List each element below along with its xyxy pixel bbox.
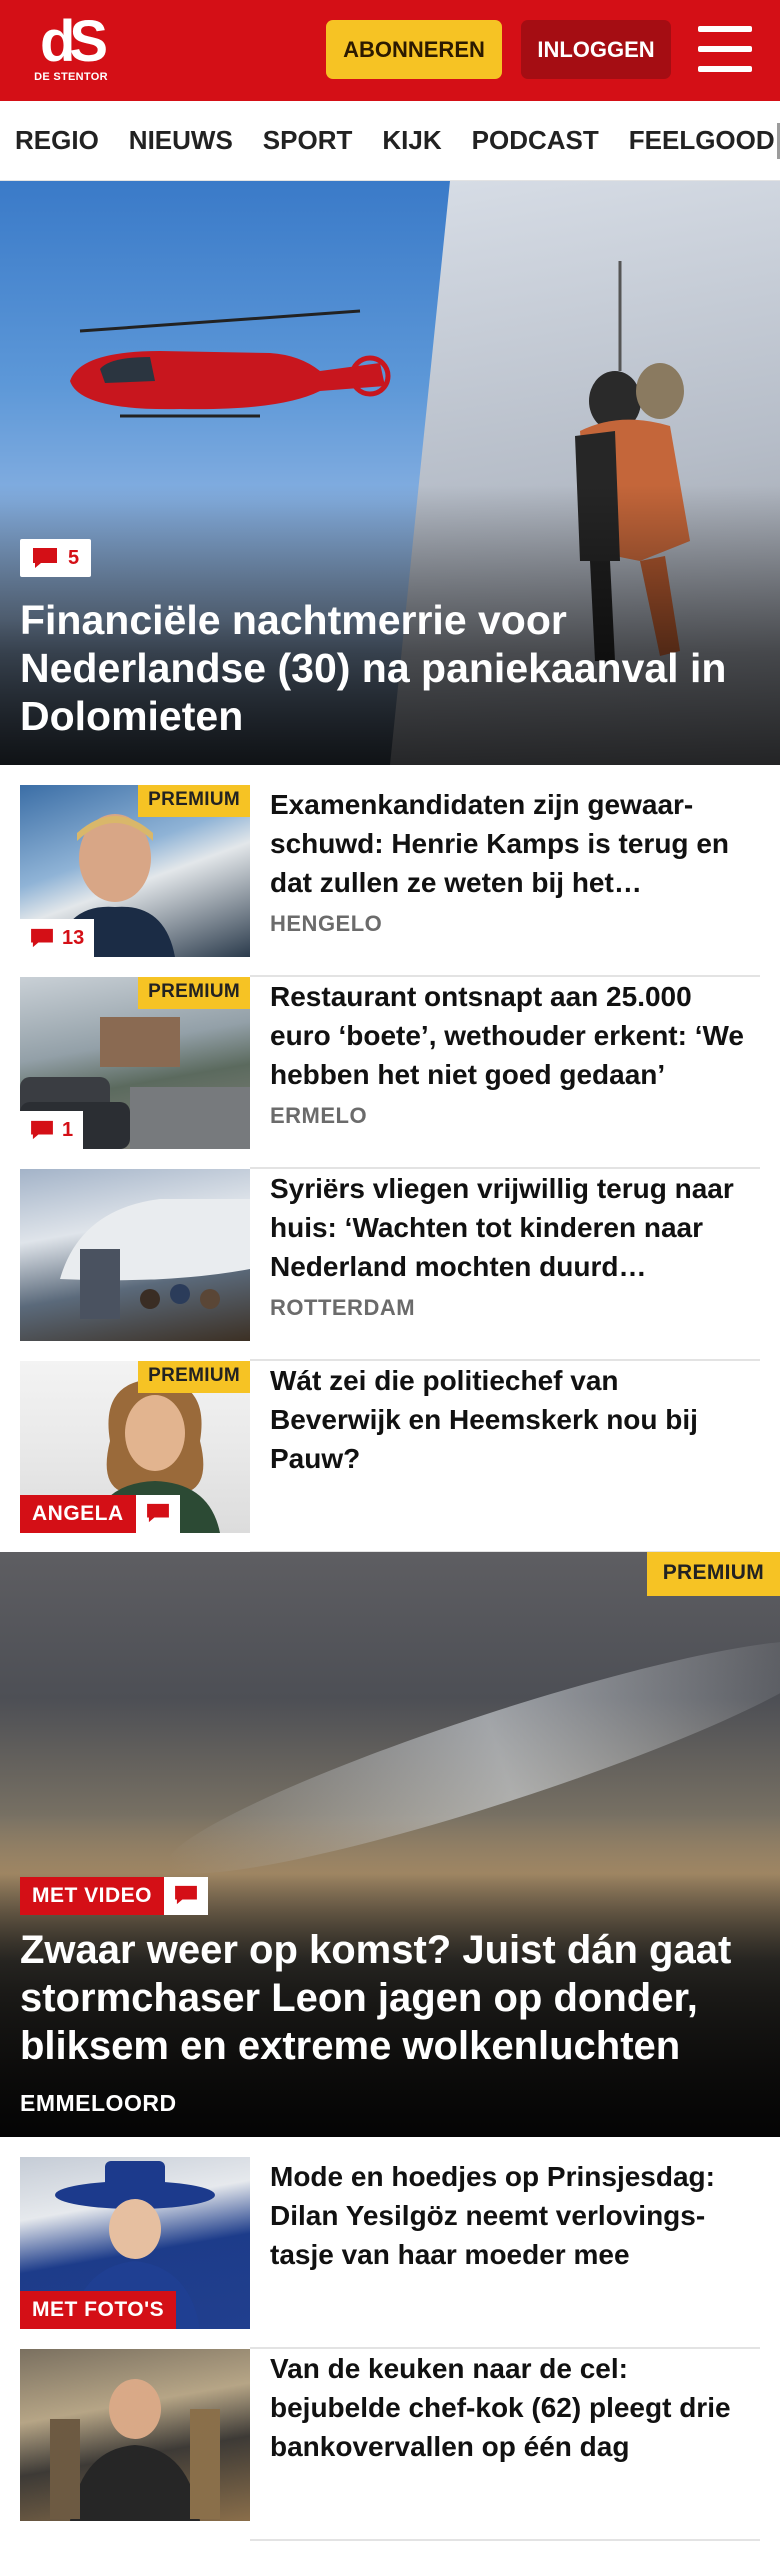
article-thumbnail: PREMIUM 13 (20, 785, 250, 957)
article-thumbnail: MET FOTO'S (20, 2157, 250, 2329)
article-card[interactable]: PREMIUM ANGELA Wát zei die politiechef v… (0, 1361, 780, 1553)
article-title: Restaurant ontsnapt aan 25.000 euro ‘boe… (270, 981, 745, 1090)
article-card[interactable]: PREMIUM 1 Restaurant ontsnapt aan 25.000… (0, 977, 780, 1169)
article-card[interactable]: Van de keuken naar de cel: bejubelde che… (0, 2349, 780, 2541)
premium-badge: PREMIUM (138, 785, 250, 817)
article-card[interactable]: PREMIUM 13 Examenkandidaten zijn gewaar­… (0, 785, 780, 977)
columnist-tag: ANGELA (20, 1495, 180, 1533)
menu-icon[interactable] (698, 26, 752, 72)
hero-article[interactable]: 5 Financiële nachtmerrie voor Nederlands… (0, 181, 780, 765)
hero-comment-count: 5 (68, 546, 80, 569)
feature-headline: Zwaar weer op komst? Juist dán gaat stor… (20, 1928, 732, 2068)
article-title: Syriërs vliegen vrijwillig terug naar hu… (270, 1173, 734, 1282)
article-thumbnail: PREMIUM 1 (20, 977, 250, 1149)
article-thumbnail (20, 2349, 250, 2521)
helicopter-illustration (70, 309, 391, 418)
video-tag: MET VIDEO (20, 1877, 209, 1915)
nav-item-podcast[interactable]: PODCAST (472, 125, 599, 156)
feature-article[interactable]: PREMIUM MET VIDEO Zwaar weer op komst? J… (0, 1552, 780, 2137)
comment-icon (33, 548, 57, 568)
comment-badge: 1 (20, 1111, 84, 1149)
article-card[interactable]: Syriërs vliegen vrijwillig terug naar hu… (0, 1169, 780, 1361)
article-card[interactable]: MET FOTO'S Mode en hoedjes op Prinsjesda… (0, 2157, 780, 2349)
premium-badge: PREMIUM (138, 1361, 250, 1393)
nav-item-nieuws[interactable]: NIEUWS (129, 125, 233, 156)
comment-count: 13 (62, 926, 85, 949)
nav-item-kijk[interactable]: KIJK (382, 125, 441, 156)
hero-headline: Financiële nachtmerrie voor Nederlandse … (20, 597, 727, 739)
article-location: ERMELO (270, 1103, 368, 1128)
comment-icon (135, 1495, 180, 1533)
comment-icon (164, 1877, 209, 1915)
comment-count: 1 (62, 1118, 74, 1141)
comment-icon (31, 928, 53, 948)
photo-tag: MET FOTO'S (20, 2291, 177, 2329)
divider (250, 2539, 760, 2541)
chef-photo-illustration (50, 2379, 220, 2521)
subscribe-button[interactable]: ABONNEREN (326, 20, 502, 79)
comment-icon (31, 1120, 53, 1140)
premium-badge: PREMIUM (646, 1552, 780, 1596)
columnist-name: ANGELA (20, 1495, 136, 1533)
video-label: MET VIDEO (20, 1877, 165, 1915)
article-thumbnail: PREMIUM ANGELA (20, 1361, 250, 1533)
nav-item-feelgood[interactable]: FEELGOOD (629, 125, 775, 156)
article-location: ROTTERDAM (270, 1295, 416, 1320)
article-location: HENGELO (270, 911, 383, 936)
logo-text: DE STENTOR (34, 71, 108, 83)
article-title: Mode en hoedjes op Prinsjesdag: Dilan Ye… (270, 2161, 715, 2270)
article-title: Wát zei die politiechef van Beverwijk en… (270, 1365, 698, 1474)
premium-badge: PREMIUM (138, 977, 250, 1009)
article-title: Van de keuken naar de cel: bejubelde che… (270, 2353, 731, 2462)
feature-location: EMMELOORD (20, 2090, 177, 2116)
login-button[interactable]: INLOGGEN (521, 20, 671, 79)
section-nav: REGIO NIEUWS SPORT KIJK PODCAST FEELGOOD (0, 101, 780, 181)
article-thumbnail (20, 1169, 250, 1341)
nav-item-regio[interactable]: REGIO (15, 125, 99, 156)
site-logo[interactable]: dS DE STENTOR (30, 9, 112, 84)
airplane-photo-illustration (60, 1199, 250, 1319)
site-header: dS DE STENTOR ABONNEREN INLOGGEN (0, 0, 780, 101)
hero-comment-badge: 5 (20, 539, 92, 577)
logo-mark: dS (39, 9, 108, 74)
comment-badge: 13 (20, 919, 95, 957)
article-title: Examenkandidaten zijn gewaar­schuwd: Hen… (270, 789, 729, 898)
nav-item-sport[interactable]: SPORT (263, 125, 353, 156)
